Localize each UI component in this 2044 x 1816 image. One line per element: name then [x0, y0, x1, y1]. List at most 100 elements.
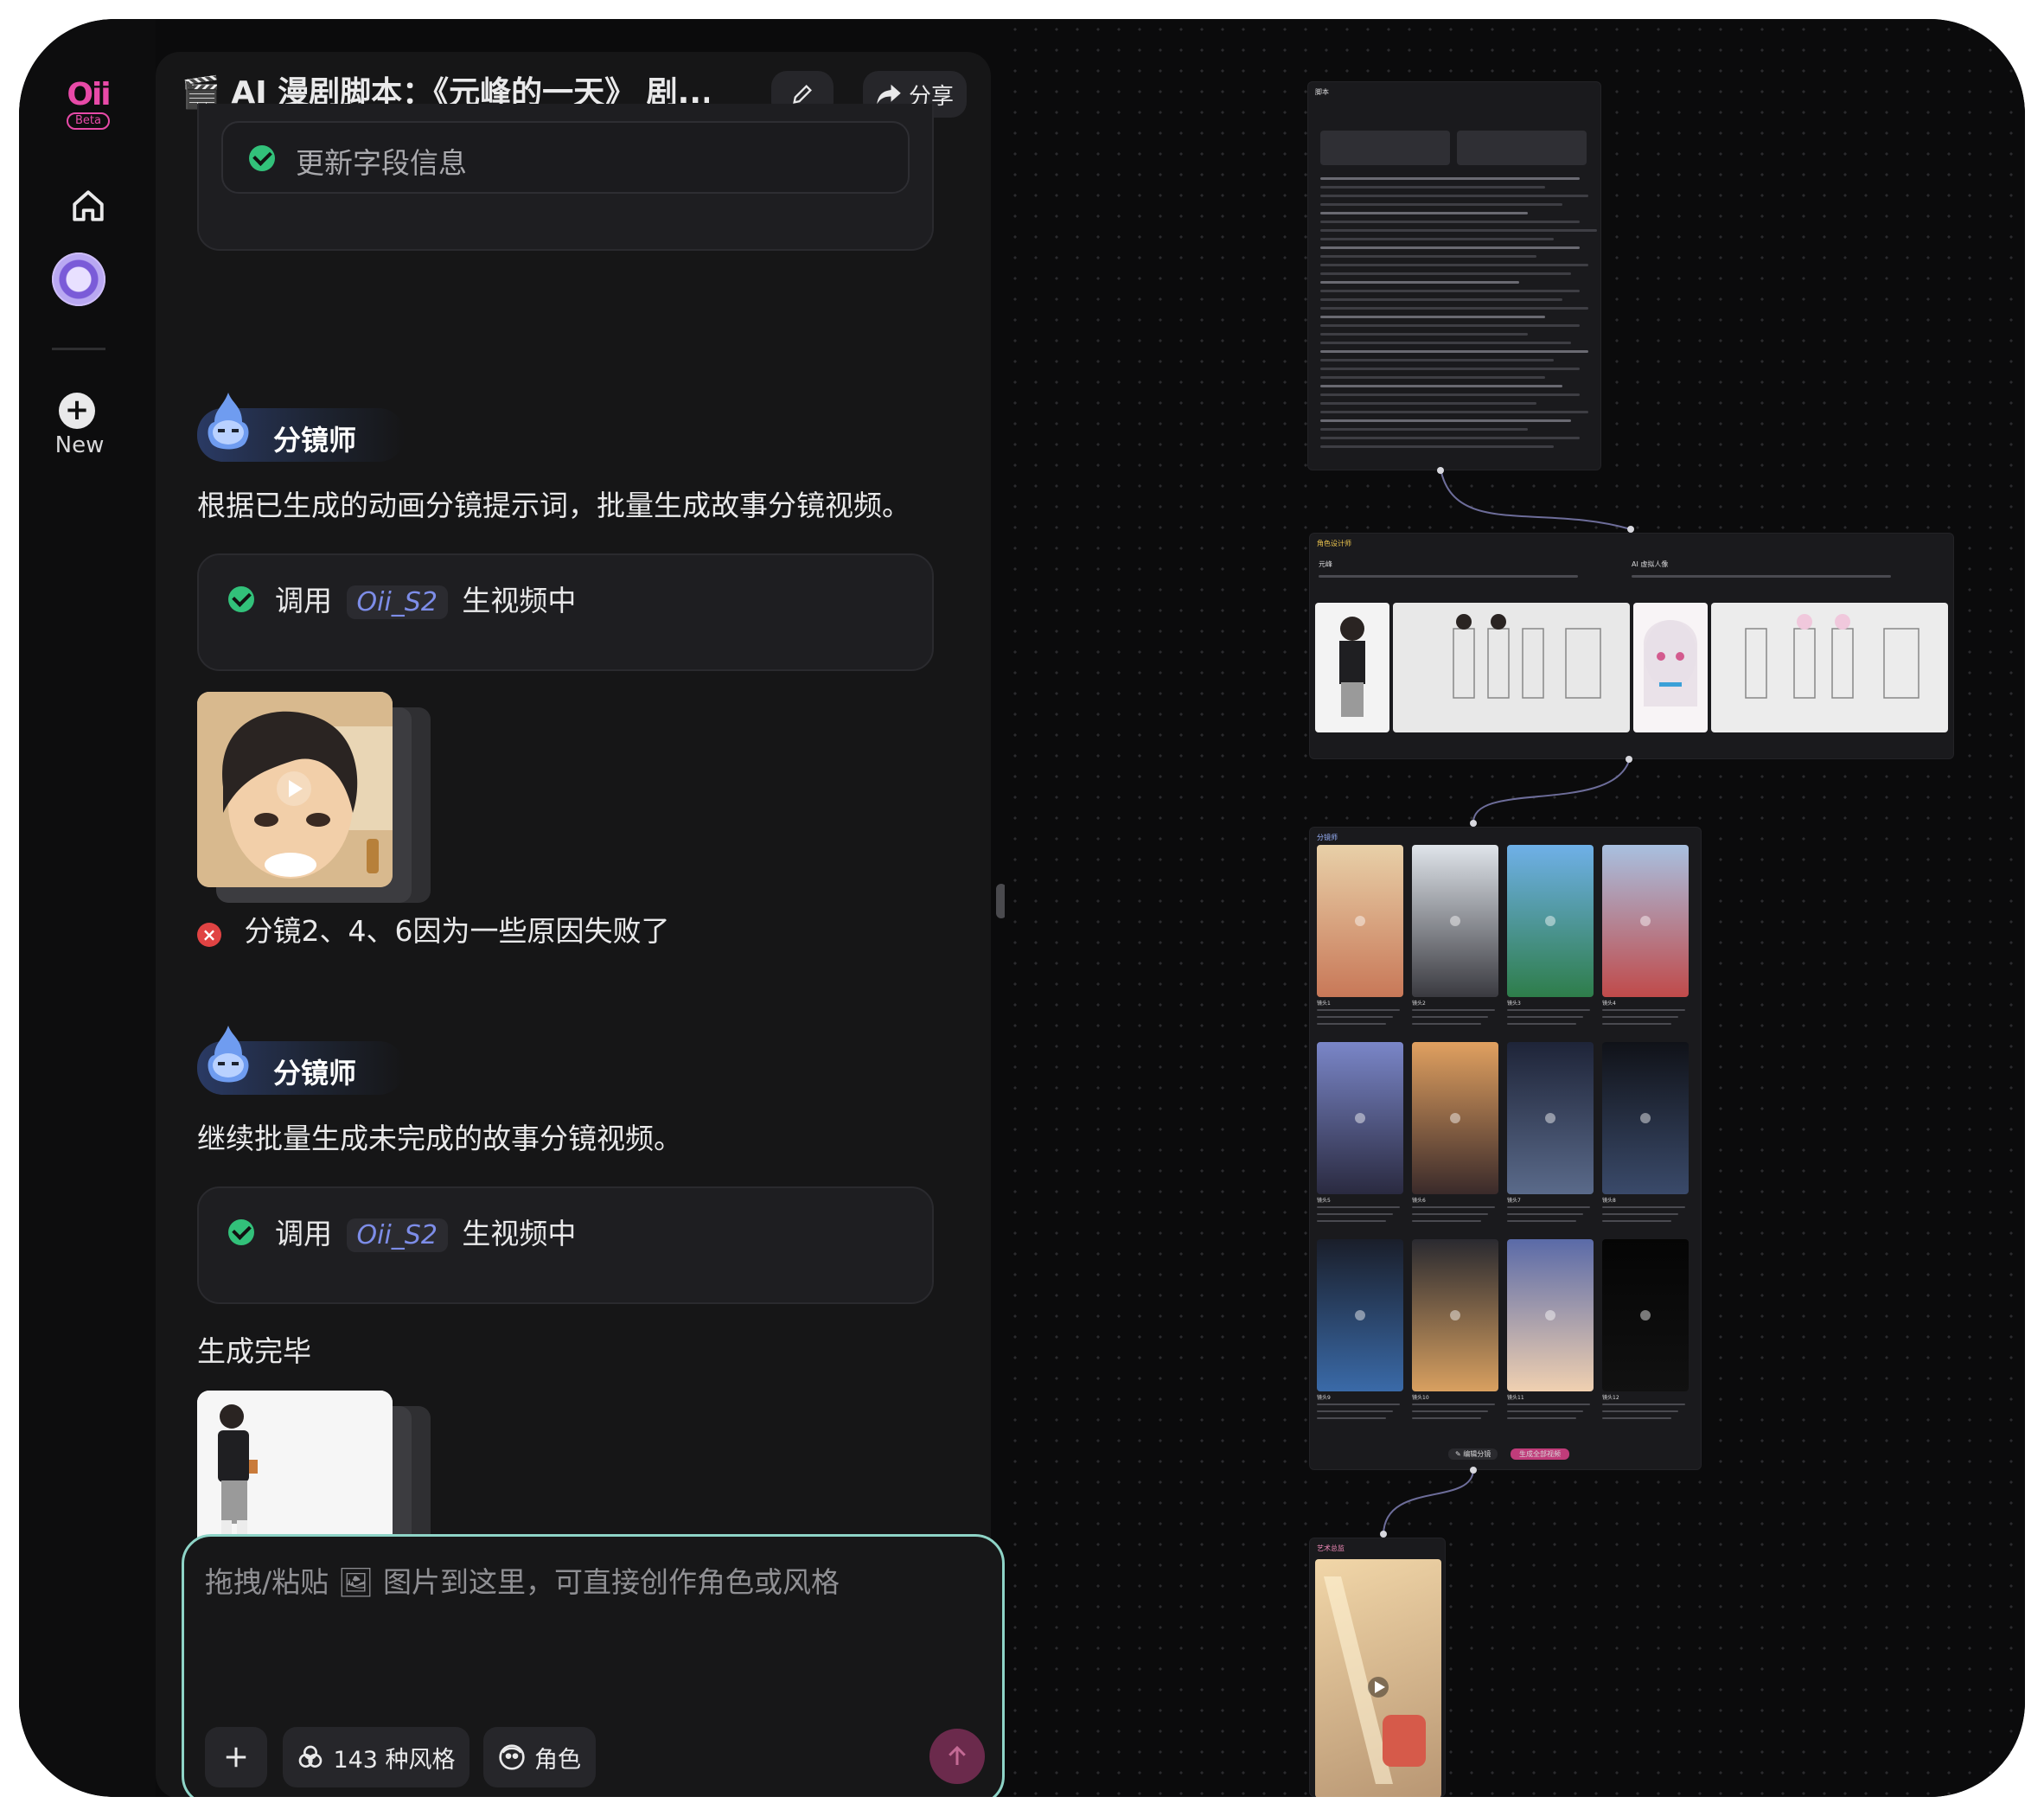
play-icon[interactable]	[1545, 1310, 1555, 1320]
node-port[interactable]	[1470, 1467, 1477, 1474]
character-card-b	[1457, 131, 1587, 165]
storyboard-frame[interactable]	[1317, 1042, 1403, 1194]
storyboard-frame[interactable]	[1507, 1042, 1594, 1194]
text-line	[1320, 255, 1536, 258]
composer-placeholder[interactable]: 拖拽/粘贴 🖼 图片到这里，可直接创作角色或风格	[205, 1559, 840, 1601]
play-icon[interactable]	[1355, 1113, 1365, 1123]
text-line	[1507, 1009, 1590, 1011]
tool-call-text: 调用 Oii_S2 生视频中	[275, 1211, 576, 1252]
frame-label: 镜头4	[1602, 1001, 1616, 1007]
storyboard-node[interactable]: 分镜师 镜头1 镜头2 镜头3 镜头4 镜头5 镜头6 镜头7 镜头8 镜头9 镜头10 镜头11 镜…	[1309, 827, 1702, 1470]
text-line	[1320, 411, 1588, 413]
text-line	[1602, 1417, 1671, 1419]
beta-badge: Beta	[67, 112, 110, 130]
text-line	[1412, 1009, 1495, 1011]
text-line	[1320, 298, 1562, 301]
final-video-thumbnail[interactable]	[1315, 1559, 1441, 1797]
agent-badge: 分镜师	[197, 1026, 405, 1095]
storyboard-frame[interactable]	[1602, 1239, 1689, 1391]
logo-text: Oii	[67, 77, 111, 112]
edit-storyboard-button[interactable]: ✎ 编辑分镜	[1448, 1448, 1498, 1460]
home-icon	[73, 190, 104, 221]
text-line	[1317, 1410, 1393, 1412]
text-line	[1602, 1404, 1685, 1405]
node-title: 艺术总监	[1317, 1544, 1345, 1552]
new-plus-icon[interactable]: +	[59, 393, 95, 429]
home-button[interactable]	[57, 175, 119, 237]
text-line	[1317, 1206, 1400, 1208]
character-portrait[interactable]	[1315, 603, 1389, 732]
storyboard-frame[interactable]	[1412, 1042, 1498, 1194]
play-icon[interactable]	[1640, 1310, 1651, 1320]
node-port[interactable]	[1470, 820, 1477, 827]
workflow-canvas[interactable]: 脚本 角色设计师 元峰 AI 虚拟人像 分镜师 镜头1 镜头2 镜头3 镜头4 …	[1005, 19, 2025, 1797]
agent-badge: 分镜师	[197, 393, 405, 462]
node-port[interactable]	[1380, 1531, 1387, 1538]
generate-all-videos-button[interactable]: 生成全部视频	[1511, 1448, 1569, 1460]
check-icon	[228, 1219, 254, 1245]
node-port[interactable]	[1437, 467, 1444, 474]
storyboard-frame[interactable]	[1507, 845, 1594, 997]
frame-label: 镜头1	[1317, 1001, 1331, 1007]
error-row: × 分镜2、4、6因为一些原因失败了	[197, 908, 670, 950]
text-line	[1320, 290, 1580, 292]
play-icon[interactable]	[277, 771, 311, 806]
play-icon[interactable]	[1355, 1310, 1365, 1320]
app-window: Oii Beta + New 🎬 AI 漫剧脚本：《元峰的一天》 剧... 分享	[19, 19, 2025, 1797]
model-tag: Oii_S2	[346, 1218, 448, 1252]
node-port[interactable]	[1626, 756, 1632, 763]
play-icon[interactable]	[1640, 1113, 1651, 1123]
agent-message: 根据已生成的动画分镜提示词，批量生成故事分镜视频。	[197, 489, 910, 522]
storyboard-frame[interactable]	[1507, 1239, 1594, 1391]
text-line	[1602, 1009, 1685, 1011]
app-logo[interactable]: Oii Beta	[54, 80, 123, 130]
add-attachment-button[interactable]	[205, 1727, 267, 1787]
text-line	[1320, 333, 1528, 336]
storyboard-frame[interactable]	[1317, 845, 1403, 997]
storyboard-frame[interactable]	[1317, 1239, 1403, 1391]
text-line	[1412, 1410, 1488, 1412]
character-designer-node[interactable]: 角色设计师 元峰 AI 虚拟人像	[1309, 533, 1954, 759]
role-button[interactable]: 角色	[483, 1727, 596, 1787]
play-icon[interactable]	[1450, 916, 1460, 926]
text-line	[1317, 1213, 1393, 1215]
text-line	[1602, 1410, 1678, 1412]
new-button-label[interactable]: New	[36, 432, 123, 458]
agent-name: 分镜师	[273, 424, 357, 457]
storyboard-frame[interactable]	[1412, 1239, 1498, 1391]
agent-message: 继续批量生成未完成的故事分镜视频。	[197, 1122, 682, 1155]
play-icon[interactable]	[1450, 1310, 1460, 1320]
text-line	[1412, 1206, 1495, 1208]
character-turnaround-sheet[interactable]	[1711, 603, 1948, 732]
check-icon	[249, 145, 275, 171]
script-node[interactable]: 脚本	[1307, 81, 1601, 470]
text-line	[1507, 1410, 1583, 1412]
play-icon[interactable]	[1355, 916, 1365, 926]
frame-label: 镜头9	[1317, 1395, 1331, 1401]
send-button[interactable]	[929, 1729, 985, 1784]
play-icon[interactable]	[1450, 1113, 1460, 1123]
video-thumbnail[interactable]	[197, 692, 393, 887]
play-icon[interactable]	[1545, 1113, 1555, 1123]
style-button[interactable]: 143 种风格	[283, 1727, 469, 1787]
orb-icon[interactable]	[52, 253, 105, 306]
text-line	[1320, 186, 1545, 189]
text-line	[1602, 1023, 1671, 1025]
character-turnaround-sheet[interactable]	[1393, 603, 1630, 732]
plus-icon	[226, 1747, 246, 1768]
play-icon[interactable]	[1545, 916, 1555, 926]
call-suffix: 生视频中	[462, 1217, 577, 1250]
text-line	[1320, 281, 1519, 284]
storyboard-frame[interactable]	[1602, 1042, 1689, 1194]
text-line	[1320, 376, 1545, 379]
art-director-node[interactable]: 艺术总监	[1309, 1538, 1446, 1797]
node-title: 角色设计师	[1317, 540, 1351, 547]
message-composer[interactable]: 拖拽/粘贴 🖼 图片到这里，可直接创作角色或风格 143 种风格 角色	[182, 1534, 1005, 1797]
storyboard-frame[interactable]	[1602, 845, 1689, 997]
play-icon[interactable]	[1640, 916, 1651, 926]
frame-label: 镜头8	[1602, 1198, 1616, 1204]
model-tag: Oii_S2	[346, 585, 448, 619]
character-portrait[interactable]	[1633, 603, 1708, 732]
storyboard-frame[interactable]	[1412, 845, 1498, 997]
node-port[interactable]	[1627, 526, 1634, 533]
